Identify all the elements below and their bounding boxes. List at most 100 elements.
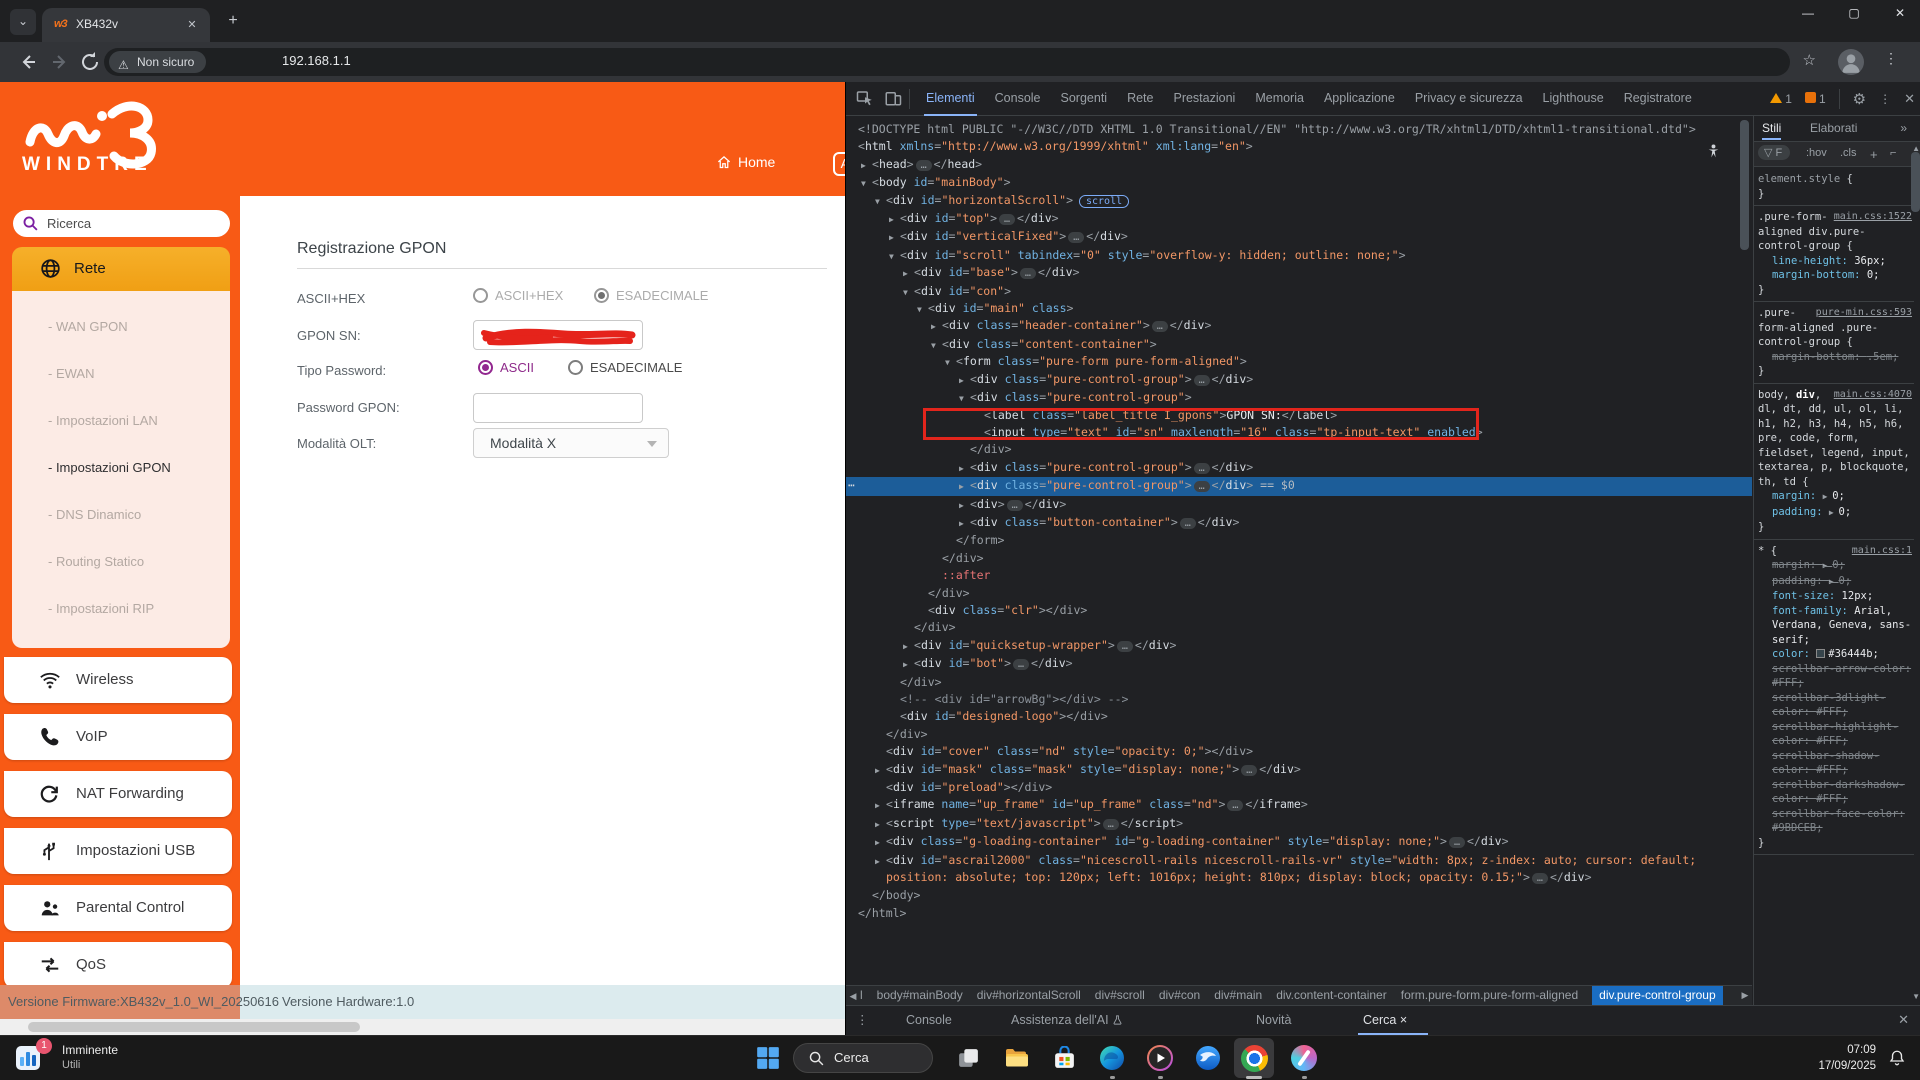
css-property[interactable]: color: #36444b; xyxy=(1758,647,1912,662)
devtools-tab-memoria[interactable]: Memoria xyxy=(1245,82,1314,116)
url-text[interactable]: 192.168.1.1 xyxy=(282,53,351,68)
radio-option[interactable]: ESADECIMALE xyxy=(568,360,682,375)
radio-icon[interactable] xyxy=(478,360,493,375)
expand-closed-icon[interactable]: ▶ xyxy=(959,478,964,495)
drawer-tab-cerca[interactable]: Cerca × xyxy=(1363,1013,1407,1027)
browser-tab[interactable]: w3 XB432v ✕ xyxy=(42,8,210,42)
sidebar-subitem[interactable]: - Routing Statico xyxy=(48,554,144,569)
expand-closed-icon[interactable]: ▶ xyxy=(889,229,894,246)
scrollbar-thumb[interactable] xyxy=(28,1022,360,1032)
device-toolbar-icon[interactable] xyxy=(884,89,902,107)
sidebar-item-parental-control[interactable]: Parental Control xyxy=(4,885,232,931)
tab-close-icon[interactable]: ✕ xyxy=(184,17,200,33)
forward-icon[interactable] xyxy=(48,50,72,74)
devtools-dom-node[interactable]: ▶ <div id="quicksetup-wrapper">… </div> xyxy=(846,637,1752,655)
taskbar-app-chrome[interactable] xyxy=(1234,1038,1274,1078)
security-badge[interactable]: ⚠ Non sicuro xyxy=(109,51,207,73)
more-tabs-icon[interactable]: » xyxy=(1900,121,1907,135)
new-rule-button[interactable]: + xyxy=(1870,147,1878,162)
devtools-tab-prestazioni[interactable]: Prestazioni xyxy=(1163,82,1245,116)
css-property[interactable]: scrollbar-arrow-color: #FFF; xyxy=(1758,662,1912,691)
devtools-dom-node[interactable]: ▶ <script type="text/javascript">… </scrip… xyxy=(846,815,1752,833)
taskbar-app-start[interactable] xyxy=(748,1038,788,1078)
css-source-link[interactable]: main.css:4070 xyxy=(1834,388,1912,403)
console-warnings-badge[interactable]: 1 xyxy=(1770,92,1792,106)
tab-elaborati[interactable]: Elaborati xyxy=(1810,121,1857,135)
devtools-dom-node[interactable]: </div> xyxy=(846,585,1752,602)
new-tab-button[interactable]: + xyxy=(222,11,244,33)
drawer-close-icon[interactable]: ✕ xyxy=(1898,1012,1909,1028)
css-property[interactable]: margin: ▶ 0; xyxy=(1758,558,1912,574)
css-property[interactable]: font-size: 12px; xyxy=(1758,589,1912,604)
color-swatch[interactable] xyxy=(1816,649,1826,658)
browser-menu-icon[interactable]: ⋮ xyxy=(1884,50,1898,67)
devtools-dom-node[interactable]: ::after xyxy=(846,567,1752,584)
css-source-link[interactable]: main.css:1522 xyxy=(1834,210,1912,225)
breadcrumb-item[interactable]: div#main xyxy=(1214,986,1262,1005)
devtools-close-icon[interactable]: ✕ xyxy=(1904,91,1915,107)
back-icon[interactable] xyxy=(16,50,40,74)
radio-icon[interactable] xyxy=(568,360,583,375)
expand-closed-icon[interactable]: ▶ xyxy=(903,656,908,673)
devtools-dom-node[interactable]: ▶ <div id="base">… </div> xyxy=(846,264,1752,282)
gpon-sn-input[interactable] xyxy=(473,320,643,350)
devtools-dom-node[interactable]: ▶ <div id="ascrail2000" class="nicescroll… xyxy=(846,852,1752,888)
devtools-dom-node[interactable]: <!-- <div id="arrowBg"></div> --> xyxy=(846,691,1752,708)
expand-open-icon[interactable]: ▼ xyxy=(903,284,908,301)
radio-option[interactable]: ESADECIMALE xyxy=(594,288,708,303)
expand-open-icon[interactable]: ▼ xyxy=(917,301,922,318)
css-source-link[interactable]: main.css:1 xyxy=(1852,544,1912,559)
drawer-tab-novit-[interactable]: Novità xyxy=(1256,1013,1291,1027)
taskbar-search[interactable]: Cerca xyxy=(793,1043,933,1073)
taskbar-app-task-view[interactable] xyxy=(948,1038,988,1078)
devtools-dom-node[interactable]: ▶ <div>… </div> xyxy=(846,496,1752,514)
sidebar-subitem[interactable]: - Impostazioni RIP xyxy=(48,601,154,616)
styles-scrollbar-thumb[interactable] xyxy=(1911,152,1920,212)
sidebar-subitem[interactable]: - EWAN xyxy=(48,366,94,381)
devtools-dom-node[interactable]: ▼ <div id="scroll" tabindex="0" style="ov… xyxy=(846,247,1752,264)
drawer-tab-console[interactable]: Console xyxy=(906,1013,952,1027)
expand-closed-icon[interactable]: ▶ xyxy=(931,318,936,335)
breadcrumb-item[interactable]: div#con xyxy=(1159,986,1200,1005)
expand-open-icon[interactable]: ▼ xyxy=(889,248,894,265)
devtools-dom-node[interactable]: ▶ <div id="bot">… </div> xyxy=(846,655,1752,673)
expand-value-icon[interactable]: ▶ xyxy=(1829,508,1839,517)
breadcrumb-item[interactable]: div.content-container xyxy=(1276,986,1387,1005)
expand-value-icon[interactable]: ▶ xyxy=(1829,577,1839,586)
devtools-dom-node[interactable]: ▼ <div id="con"> xyxy=(846,283,1752,300)
sidebar-item-qos[interactable]: QoS xyxy=(4,942,232,988)
devtools-dom-node[interactable]: <div id="preload"></div> xyxy=(846,779,1752,796)
css-property[interactable]: padding: ▶ 0; xyxy=(1758,505,1912,521)
devtools-dom-node[interactable]: ⋯ ▶ <div class="pure-control-group">… </div… xyxy=(846,477,1752,496)
expand-open-icon[interactable]: ▼ xyxy=(931,337,936,354)
devtools-dom-node[interactable]: <!DOCTYPE html PUBLIC "-//W3C//DTD XHTML… xyxy=(846,121,1752,138)
radio-icon[interactable] xyxy=(594,288,609,303)
expand-closed-icon[interactable]: ▶ xyxy=(875,797,880,814)
expand-closed-icon[interactable]: ▶ xyxy=(959,515,964,532)
devtools-dom-node[interactable]: </div> xyxy=(846,550,1752,567)
breadcrumb-item[interactable]: div#scroll xyxy=(1095,986,1145,1005)
reload-icon[interactable] xyxy=(78,50,102,74)
sidebar-subitem[interactable]: - Impostazioni LAN xyxy=(48,413,158,428)
expand-closed-icon[interactable]: ▶ xyxy=(959,497,964,514)
devtools-dom-node[interactable]: ▶ <iframe name="up_frame" id="up_frame" c… xyxy=(846,796,1752,814)
sidebar-item-voip[interactable]: VoIP xyxy=(4,714,232,760)
css-property[interactable]: font-family: Arial, Verdana, Geneva, san… xyxy=(1758,604,1912,648)
devtools-menu-icon[interactable]: ⋮ xyxy=(1879,92,1891,106)
hover-state-button[interactable]: :hov xyxy=(1806,147,1827,159)
tab-search-button[interactable]: ⌄ xyxy=(10,9,36,35)
devtools-dom-node[interactable]: <html xmlns="http://www.w3.org/1999/xhtm… xyxy=(846,138,1752,155)
expand-open-icon[interactable]: ▼ xyxy=(861,175,866,192)
expand-closed-icon[interactable]: ▶ xyxy=(875,816,880,833)
expand-closed-icon[interactable]: ▶ xyxy=(875,853,880,870)
notification-bell-icon[interactable] xyxy=(1888,1049,1906,1067)
expand-closed-icon[interactable]: ▶ xyxy=(875,834,880,851)
home-link[interactable]: Home xyxy=(716,154,775,170)
sidebar-item-wireless[interactable]: Wireless xyxy=(4,657,232,703)
devtools-dom-node[interactable]: </form> xyxy=(846,532,1752,549)
breadcrumb-item[interactable]: div.pure-control-group xyxy=(1592,986,1723,1005)
expand-closed-icon[interactable]: ▶ xyxy=(861,157,866,174)
devtools-dom-node[interactable]: <div id="cover" class="nd" style="opacit… xyxy=(846,743,1752,760)
settings-gear-icon[interactable]: ⚙ xyxy=(1853,90,1866,108)
css-property[interactable]: margin: ▶ 0; xyxy=(1758,489,1912,505)
